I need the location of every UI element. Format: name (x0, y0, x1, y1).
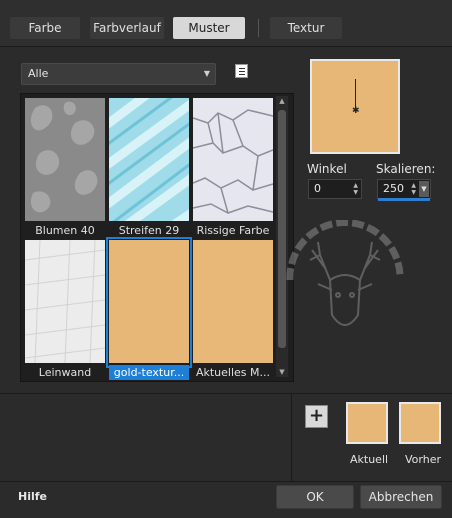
tab-separator (258, 19, 259, 37)
cancel-button[interactable]: Abbrechen (360, 485, 442, 509)
scale-focus-underline (378, 198, 430, 201)
scale-label: Skalieren: (376, 162, 436, 176)
pattern-thumb-gold-textur[interactable]: gold-textur... (106, 237, 192, 380)
previous-swatch-label: Vorher (405, 453, 441, 466)
tab-farbverlauf[interactable]: Farbverlauf (90, 17, 164, 39)
scroll-up-icon[interactable]: ▲ (276, 96, 288, 106)
spin-arrows-icon[interactable]: ▲ ▼ (353, 182, 358, 196)
current-swatch-label: Aktuell (350, 453, 389, 466)
divider (291, 394, 292, 481)
angle-needle[interactable] (355, 79, 356, 109)
add-pattern-button[interactable]: + (305, 405, 328, 428)
divider (0, 481, 452, 482)
angle-value: 0 (314, 182, 321, 195)
pattern-thumb-aktuelles-muster[interactable]: Aktuelles M... (193, 240, 273, 379)
chevron-down-icon: ▼ (203, 69, 210, 78)
category-dropdown[interactable]: Alle ▼ (21, 63, 216, 85)
scale-spinbox[interactable]: 250 ▲ ▼ ▼ (377, 179, 431, 199)
tab-muster[interactable]: Muster (173, 17, 245, 39)
pattern-grid: Blumen 40 Streifen 29 Rissige Farbe Lein… (20, 93, 294, 382)
pattern-thumb-blumen[interactable]: Blumen 40 (25, 98, 105, 237)
help-link[interactable]: Hilfe (18, 490, 47, 503)
deer-watermark-icon (286, 220, 404, 326)
spin-arrows-icon[interactable]: ▲ ▼ (411, 182, 416, 196)
pattern-caption: Rissige Farbe (196, 224, 270, 237)
tab-textur[interactable]: Textur (270, 17, 342, 39)
previous-swatch[interactable] (399, 402, 441, 444)
ok-button[interactable]: OK (276, 485, 354, 509)
gold-texture-image (109, 240, 189, 363)
canvas-pattern-image (25, 240, 105, 363)
category-dropdown-value: Alle (28, 67, 49, 80)
pattern-thumb-streifen[interactable]: Streifen 29 (109, 98, 189, 237)
scroll-down-icon[interactable]: ▼ (276, 367, 288, 377)
pattern-caption: Aktuelles M... (195, 366, 271, 379)
stripes-pattern-image (109, 98, 189, 221)
pattern-thumb-rissige-farbe[interactable]: Rissige Farbe (193, 98, 273, 237)
crosshair-icon: ✱ (352, 106, 360, 116)
pattern-caption: Blumen 40 (35, 224, 95, 237)
pattern-caption: Streifen 29 (118, 224, 180, 237)
tab-farbe[interactable]: Farbe (10, 17, 80, 39)
angle-spinbox[interactable]: 0 ▲ ▼ (308, 179, 362, 199)
pattern-preview[interactable]: ✱ (310, 59, 400, 154)
divider (0, 393, 452, 394)
pattern-caption: gold-textur... (109, 365, 189, 380)
chevron-down-icon[interactable]: ▼ (419, 181, 429, 197)
pattern-list-icon[interactable] (235, 64, 248, 78)
pattern-thumb-leinwand[interactable]: Leinwand (25, 240, 105, 379)
cracked-paint-pattern-image (193, 98, 273, 221)
pattern-caption: Leinwand (38, 366, 92, 379)
scale-value: 250 (383, 182, 404, 195)
angle-label: Winkel (307, 162, 347, 176)
tab-bar: Farbe Farbverlauf Muster Textur (0, 0, 452, 47)
current-swatch[interactable] (346, 402, 388, 444)
floral-pattern-image (25, 98, 105, 221)
current-pattern-image (193, 240, 273, 363)
